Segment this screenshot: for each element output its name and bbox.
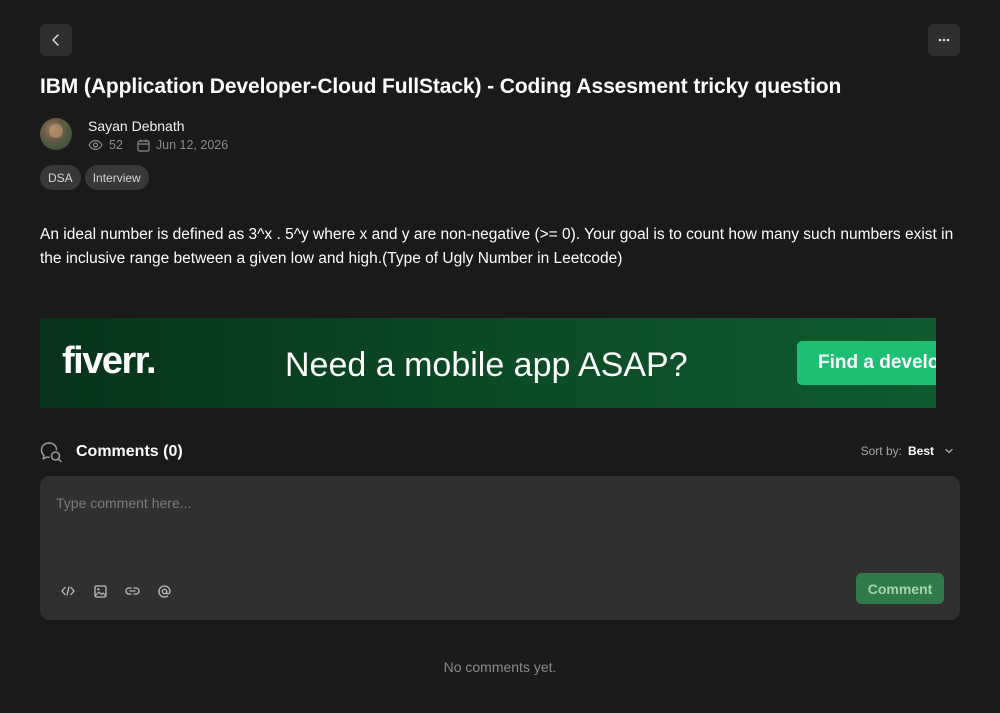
fiverr-logo: fiverr. bbox=[62, 340, 157, 382]
post-body: An ideal number is defined as 3^x . 5^y … bbox=[40, 226, 954, 267]
comments-icon bbox=[40, 442, 62, 463]
post-date-value: Jun 12, 2026 bbox=[155, 138, 229, 152]
code-icon bbox=[61, 586, 75, 596]
link-icon bbox=[124, 587, 140, 595]
post-title: IBM (Application Developer-Cloud FullSta… bbox=[40, 75, 842, 98]
view-count: 52 bbox=[88, 138, 123, 152]
image-icon bbox=[93, 584, 107, 598]
chevron-left-icon bbox=[52, 34, 59, 46]
comments-title: Comments (0) bbox=[76, 443, 183, 460]
chevron-down-icon bbox=[945, 448, 953, 454]
author-name[interactable]: Sayan Debnath bbox=[88, 118, 228, 134]
sort-label: Sort by: bbox=[860, 444, 902, 458]
submit-comment-button[interactable]: Comment bbox=[856, 573, 944, 604]
comment-input[interactable] bbox=[56, 495, 936, 511]
no-comments-message: No comments yet. bbox=[443, 659, 557, 675]
mention-button[interactable] bbox=[156, 583, 172, 599]
more-options-button[interactable] bbox=[928, 24, 960, 56]
ad-cta-button[interactable]: Find a develop bbox=[797, 341, 936, 385]
sort-dropdown[interactable]: Sort by: Best bbox=[861, 444, 954, 458]
tag-dsa[interactable]: DSA bbox=[40, 165, 81, 190]
calendar-icon bbox=[137, 139, 150, 152]
advertisement-banner[interactable]: fiverr. Need a mobile app ASAP? Find a d… bbox=[40, 318, 936, 408]
tag-interview[interactable]: Interview bbox=[84, 165, 149, 190]
insert-link-button[interactable] bbox=[124, 583, 140, 599]
eye-icon bbox=[88, 139, 103, 151]
more-horizontal-icon bbox=[938, 38, 950, 42]
insert-image-button[interactable] bbox=[92, 583, 108, 599]
comments-header: Comments (0) bbox=[40, 441, 183, 463]
sort-value[interactable]: Best bbox=[908, 444, 934, 458]
avatar[interactable] bbox=[40, 118, 72, 150]
view-count-value: 52 bbox=[109, 138, 123, 152]
tag-list: DSA Interview bbox=[40, 165, 149, 190]
author-row: Sayan Debnath 52 Jun 12, 2026 bbox=[40, 118, 228, 152]
comment-editor: Comment bbox=[40, 476, 960, 620]
post-stats: 52 Jun 12, 2026 bbox=[88, 138, 228, 152]
at-icon bbox=[157, 584, 171, 598]
author-meta: Sayan Debnath 52 Jun 12, 2026 bbox=[88, 118, 228, 152]
post-date: Jun 12, 2026 bbox=[137, 138, 228, 152]
back-button[interactable] bbox=[40, 24, 72, 56]
insert-code-button[interactable] bbox=[60, 583, 76, 599]
ad-headline: Need a mobile app ASAP? bbox=[285, 346, 688, 384]
editor-toolbar bbox=[60, 583, 172, 599]
